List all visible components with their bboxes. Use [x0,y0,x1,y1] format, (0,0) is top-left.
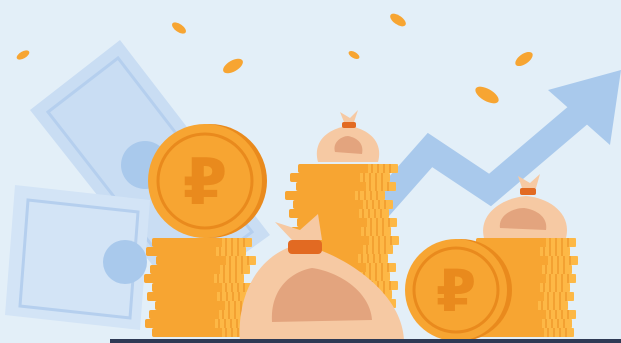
bottom-bar [110,339,621,343]
ruble-symbol-large: ₽ [183,146,228,220]
coin-stack-left [143,237,257,338]
illustration-canvas: ₽ ₽ [0,0,621,343]
money-growth-illustration: ₽ ₽ [5,13,621,343]
banknote-front [5,185,150,330]
ruble-symbol-small: ₽ [436,257,476,325]
ruble-coin-small: ₽ [405,239,512,341]
ruble-coin-large: ₽ [148,124,267,238]
money-bag-top [316,110,380,162]
